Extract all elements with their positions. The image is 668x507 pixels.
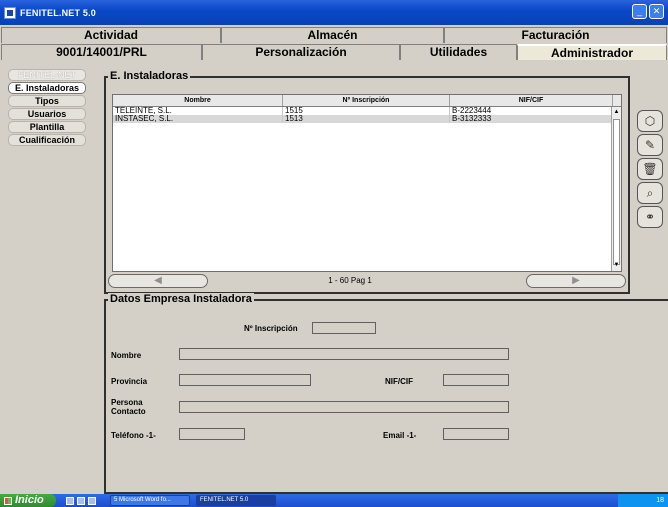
windows-logo-icon (4, 496, 12, 505)
nif-label: NIF/CIF (385, 377, 413, 386)
provincia-label: Provincia (111, 377, 148, 386)
detail-panel-title: Datos Empresa Instaladora (108, 293, 254, 305)
column-header-nombre[interactable]: Nombre (113, 95, 283, 106)
tab-row-bottom: 9001/14001/PRL Personalización Utilidade… (1, 44, 667, 60)
email-field[interactable] (443, 428, 509, 440)
column-header-inscripcion[interactable]: Nº Inscripción (283, 95, 450, 106)
scroll-thumb[interactable] (613, 119, 620, 265)
binoculars-icon[interactable]: ⚭ (637, 206, 663, 228)
delete-icon[interactable]: 🗑 (637, 158, 663, 180)
taskbar-item-fenitel[interactable]: FENITEL.NET 5.0 (196, 495, 276, 506)
cell-nombre: INSTASEC, S.L. (113, 115, 283, 123)
minimize-button[interactable]: _ (632, 4, 647, 19)
tab-9001-14001-prl[interactable]: 9001/14001/PRL (1, 44, 202, 60)
quick-launch-icon[interactable] (77, 496, 85, 505)
table-row[interactable]: TELEINTE, S.L. 1515 B-2223444 (113, 107, 621, 115)
window-title: FENITEL.NET 5.0 (20, 7, 97, 18)
window-controls: _ ✕ (632, 4, 664, 19)
sidebar-item-cualificacion[interactable]: Cualificación (8, 134, 86, 146)
grid-header: Nombre Nº Inscripción NIF/CIF (113, 95, 621, 107)
quick-launch-icon[interactable] (66, 496, 74, 505)
telefono-label: Teléfono -1- (111, 431, 156, 440)
tab-administrador[interactable]: Administrador (517, 44, 667, 60)
pager-text: 1 - 60 Pag 1 (328, 276, 372, 285)
title-bar: FENITEL.NET 5.0 _ ✕ (0, 0, 668, 25)
inscripcion-field[interactable] (312, 322, 376, 334)
sidebar-item-usuarios[interactable]: Usuarios (8, 108, 86, 120)
nombre-field[interactable] (179, 348, 509, 360)
tab-almacen[interactable]: Almacén (221, 27, 444, 43)
cell-nif: B-3132333 (450, 115, 613, 123)
new-document-icon[interactable]: ⬡ (637, 110, 663, 132)
system-clock: 18 (618, 494, 668, 507)
sidebar-item-tipos[interactable]: Tipos (8, 95, 86, 107)
tab-personalizacion[interactable]: Personalización (202, 44, 400, 60)
persona-label: Persona (111, 398, 143, 407)
taskbar: Inicio 5 Microsoft Word fo... FENITEL.NE… (0, 494, 668, 507)
tab-facturacion[interactable]: Facturación (444, 27, 667, 43)
edit-document-icon[interactable]: ✎ (637, 134, 663, 156)
detail-panel: Datos Empresa Instaladora (104, 293, 668, 494)
scroll-up-arrow-icon[interactable]: ▲ (613, 109, 620, 116)
sidebar: FENITEL-NET E. Instaladoras Tipos Usuari… (8, 69, 86, 147)
sidebar-header: FENITEL-NET (8, 69, 86, 81)
next-page-button[interactable]: ▶ (526, 274, 626, 288)
taskbar-item-word[interactable]: 5 Microsoft Word fo... (110, 495, 190, 506)
instaladoras-grid: Nombre Nº Inscripción NIF/CIF TELEINTE, … (112, 94, 622, 272)
nif-field[interactable] (443, 374, 509, 386)
grid-scrollbar[interactable]: ▲ ▼ (611, 107, 621, 271)
search-document-icon[interactable]: ⌕ (637, 182, 663, 204)
cell-nif: B-2223444 (450, 107, 613, 115)
quick-launch-icon[interactable] (88, 496, 96, 505)
start-button[interactable]: Inicio (0, 494, 56, 507)
contacto-label: Contacto (111, 407, 146, 416)
sidebar-item-e-instaladoras[interactable]: E. Instaladoras (8, 82, 86, 94)
email-label: Email -1- (383, 431, 417, 440)
provincia-field[interactable] (179, 374, 311, 386)
sidebar-item-plantilla[interactable]: Plantilla (8, 121, 86, 133)
cell-nombre: TELEINTE, S.L. (113, 107, 283, 115)
inscripcion-label: Nº Inscripción (244, 324, 298, 333)
table-row[interactable]: INSTASEC, S.L. 1513 B-3132333 (113, 115, 621, 123)
nombre-label: Nombre (111, 351, 142, 360)
list-panel-title: E. Instaladoras (108, 70, 191, 82)
telefono-field[interactable] (179, 428, 245, 440)
column-header-nif[interactable]: NIF/CIF (450, 95, 613, 106)
app-icon (4, 6, 16, 19)
scroll-down-arrow-icon[interactable]: ▼ (613, 262, 620, 269)
prev-page-button[interactable]: ◀ (108, 274, 208, 288)
cell-inscripcion: 1515 (283, 107, 450, 115)
cell-inscripcion: 1513 (283, 115, 450, 123)
quick-launch (66, 496, 96, 505)
start-label: Inicio (15, 494, 44, 506)
tab-actividad[interactable]: Actividad (1, 27, 221, 43)
close-button[interactable]: ✕ (649, 4, 664, 19)
tab-row-top: Actividad Almacén Facturación (1, 27, 667, 43)
tab-utilidades[interactable]: Utilidades (400, 44, 517, 60)
persona-contacto-field[interactable] (179, 401, 509, 413)
